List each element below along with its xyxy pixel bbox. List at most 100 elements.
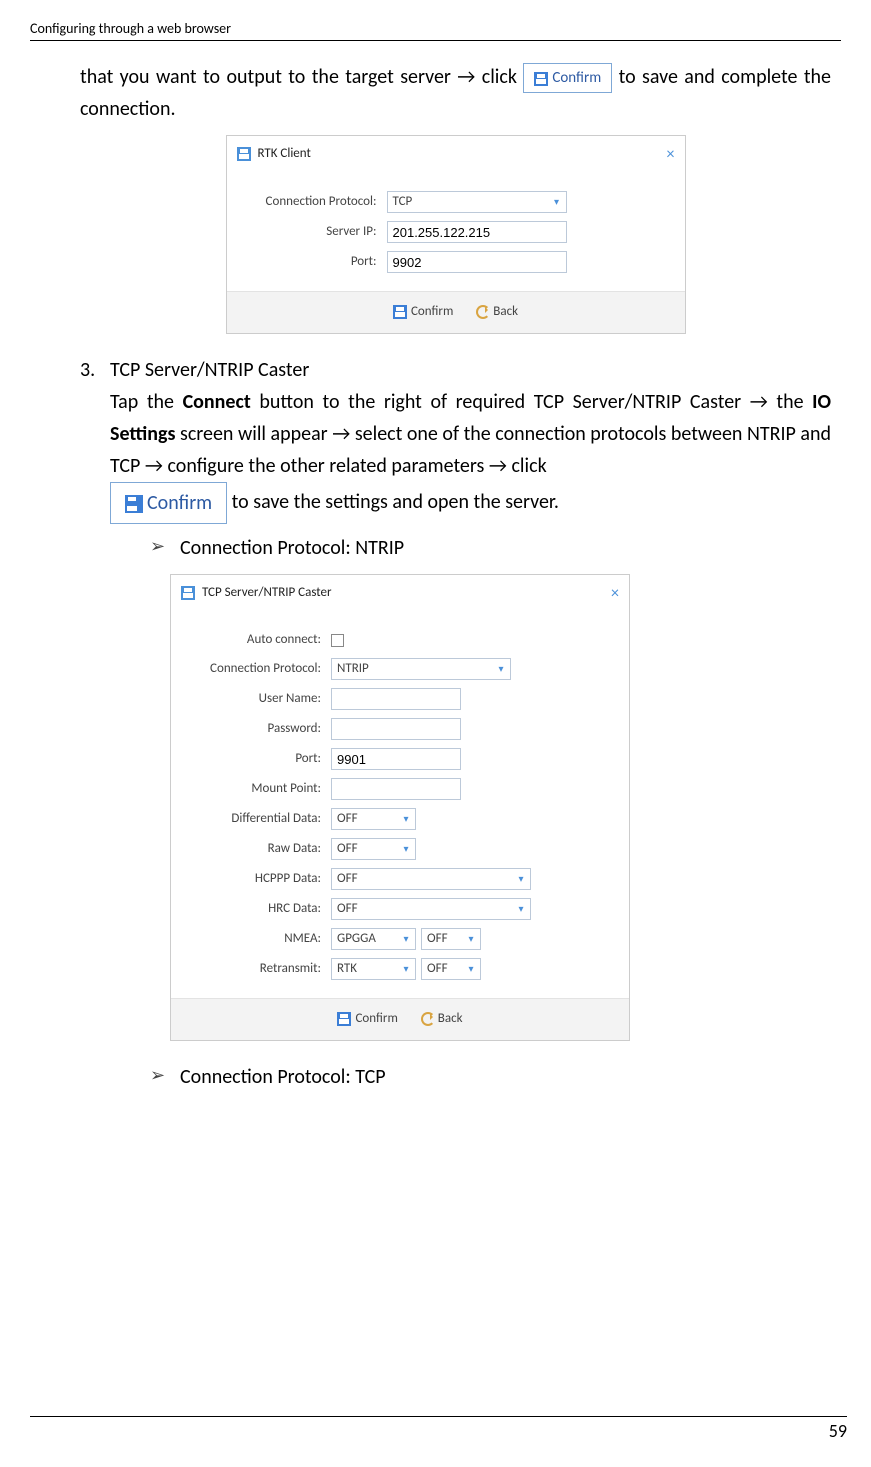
dialog1-body: Connection Protocol: TCP ▾ Server IP: Po…	[227, 173, 685, 291]
input-port2[interactable]	[331, 748, 461, 770]
save-icon	[393, 305, 407, 319]
chevron-down-icon: ▾	[548, 192, 566, 212]
label-raw-data: Raw Data:	[181, 839, 331, 860]
select-hcppp-val: OFF	[332, 869, 363, 890]
back-button[interactable]: Back	[421, 1009, 463, 1030]
close-icon[interactable]: ×	[667, 142, 675, 168]
chevron-down-icon: ▾	[512, 869, 530, 889]
confirm-button[interactable]: Confirm	[337, 1009, 397, 1030]
label-port: Port:	[237, 252, 387, 273]
dialog2-title-text: TCP Server/NTRIP Caster	[202, 585, 332, 600]
dialog2-body: Auto connect: Connection Protocol: NTRIP…	[171, 612, 629, 999]
select-raw-data[interactable]: OFF ▾	[331, 838, 416, 860]
sub-bullet-2: ➢ Connection Protocol: TCP	[150, 1061, 831, 1093]
row-hrc: HRC Data: OFF ▾	[181, 898, 609, 920]
back-button[interactable]: Back	[476, 302, 518, 323]
row-nmea: NMEA: GPGGA ▾ OFF ▾	[181, 928, 609, 950]
dialog2-titlebar: TCP Server/NTRIP Caster ×	[171, 575, 629, 612]
row-retransmit: Retransmit: RTK ▾ OFF ▾	[181, 958, 609, 980]
label-mount-point: Mount Point:	[181, 779, 331, 800]
item3-paragraph-2: Confirm to save the settings and open th…	[110, 482, 831, 524]
confirm-button-inline-1[interactable]: Confirm	[523, 63, 612, 93]
item3-paragraph: Tap the Connect button to the right of r…	[110, 386, 831, 482]
row-port2: Port:	[181, 748, 609, 770]
label-conn-proto: Connection Protocol:	[237, 192, 387, 213]
dialog1-titlebar: RTK Client ×	[227, 136, 685, 173]
rtk-client-dialog: RTK Client × Connection Protocol: TCP ▾ …	[226, 135, 686, 334]
select-hcppp[interactable]: OFF ▾	[331, 868, 531, 890]
bullet2-text: Connection Protocol: TCP	[180, 1061, 386, 1093]
chevron-down-icon: ▾	[492, 659, 510, 679]
label-port2: Port:	[181, 749, 331, 770]
back-text2: Back	[438, 1011, 463, 1026]
confirm-button[interactable]: Confirm	[393, 302, 453, 323]
t3a: Tap the	[110, 390, 183, 414]
label-username: User Name:	[181, 689, 331, 710]
back-icon	[421, 1012, 435, 1026]
row-conn-proto: Connection Protocol: TCP ▾	[237, 191, 665, 213]
select-diff-data-val: OFF	[332, 809, 363, 830]
dialog2-footer: Confirm Back	[171, 998, 629, 1040]
select-conn-proto[interactable]: TCP ▾	[387, 191, 567, 213]
list-item-3: 3. TCP Server/NTRIP Caster Tap the Conne…	[80, 354, 831, 1093]
t3c: button to the right of required TCP Serv…	[251, 390, 812, 414]
input-password[interactable]	[331, 718, 461, 740]
input-port[interactable]	[387, 251, 567, 273]
label-retransmit: Retransmit:	[181, 959, 331, 980]
select-nmea-2[interactable]: OFF ▾	[421, 928, 481, 950]
dialog1-footer: Confirm Back	[227, 291, 685, 333]
input-mount-point[interactable]	[331, 778, 461, 800]
close-icon[interactable]: ×	[611, 581, 619, 607]
confirm-text: Confirm	[411, 304, 453, 319]
label-hrc: HRC Data:	[181, 899, 331, 920]
label-password: Password:	[181, 719, 331, 740]
page-header: Configuring through a web browser	[30, 20, 841, 41]
input-username[interactable]	[331, 688, 461, 710]
paragraph-1: that you want to output to the target se…	[80, 61, 831, 125]
select-nmea-1[interactable]: GPGGA ▾	[331, 928, 416, 950]
chevron-down-icon: ▾	[397, 809, 415, 829]
select-diff-data[interactable]: OFF ▾	[331, 808, 416, 830]
save-icon	[125, 495, 143, 513]
label-conn-proto2: Connection Protocol:	[181, 659, 331, 680]
chevron-down-icon: ▾	[397, 929, 415, 949]
select-conn-proto2-val: NTRIP	[332, 659, 374, 680]
tcp-ntrip-dialog: TCP Server/NTRIP Caster × Auto connect: …	[170, 574, 630, 1041]
row-hcppp: HCPPP Data: OFF ▾	[181, 868, 609, 890]
back-text: Back	[493, 304, 518, 319]
dialog-icon	[181, 586, 195, 600]
para1-text1: that you want to output to the target se…	[80, 65, 523, 89]
select-retransmit-1[interactable]: RTK ▾	[331, 958, 416, 980]
save-icon	[337, 1012, 351, 1026]
select-nmea1-val: GPGGA	[332, 929, 381, 950]
item3-number: 3.	[80, 354, 110, 1093]
t3f: to save the settings and open the server…	[232, 490, 559, 514]
row-raw-data: Raw Data: OFF ▾	[181, 838, 609, 860]
page-number: 59	[30, 1416, 847, 1442]
select-hrc[interactable]: OFF ▾	[331, 898, 531, 920]
select-retransmit-2[interactable]: OFF ▾	[421, 958, 481, 980]
bullet-arrow-icon: ➢	[150, 1061, 180, 1093]
confirm-button-inline-2[interactable]: Confirm	[110, 482, 227, 524]
select-retransmit2-val: OFF	[422, 959, 453, 980]
select-nmea2-val: OFF	[422, 929, 453, 950]
select-retransmit1-val: RTK	[332, 959, 362, 980]
label-hcppp: HCPPP Data:	[181, 869, 331, 890]
row-server-ip: Server IP:	[237, 221, 665, 243]
row-auto-connect: Auto connect:	[181, 630, 609, 651]
checkbox-auto-connect[interactable]	[331, 634, 344, 647]
select-conn-proto-val: TCP	[388, 192, 418, 213]
input-server-ip[interactable]	[387, 221, 567, 243]
main-content: that you want to output to the target se…	[30, 61, 841, 1093]
t3b: Connect	[183, 390, 251, 414]
bullet1-text: Connection Protocol: NTRIP	[180, 532, 404, 564]
label-auto-connect: Auto connect:	[181, 630, 331, 651]
dialog1-title-text: RTK Client	[257, 146, 310, 161]
confirm-label-2: Confirm	[147, 491, 212, 515]
back-icon	[476, 305, 490, 319]
select-conn-proto2[interactable]: NTRIP ▾	[331, 658, 511, 680]
label-nmea: NMEA:	[181, 929, 331, 950]
row-port: Port:	[237, 251, 665, 273]
t3e: screen will appear → select one of the c…	[110, 422, 831, 478]
select-hrc-val: OFF	[332, 899, 363, 920]
